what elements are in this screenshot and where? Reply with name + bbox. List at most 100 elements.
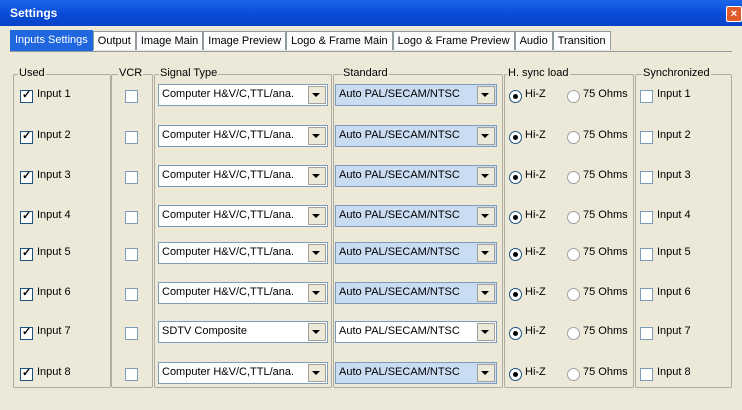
used-checkbox[interactable]: ✓	[20, 326, 33, 340]
used-checkbox[interactable]: ✓	[20, 287, 33, 301]
vcr-checkbox[interactable]	[125, 171, 138, 184]
chevron-down-icon[interactable]	[477, 364, 495, 382]
synchronized-checkbox[interactable]	[640, 90, 653, 103]
chevron-down-icon[interactable]	[477, 244, 495, 262]
chevron-down-icon[interactable]	[477, 86, 495, 104]
signal-type-select[interactable]: Computer H&V/C,TTL/ana.	[158, 165, 328, 187]
tab-image-preview[interactable]: Image Preview	[203, 31, 287, 50]
standard-select[interactable]: Auto PAL/SECAM/NTSC	[335, 125, 497, 147]
75-ohms-radio[interactable]	[567, 90, 580, 103]
synchronized-checkbox[interactable]	[640, 131, 653, 144]
chevron-down-icon[interactable]	[308, 284, 326, 302]
standard-select[interactable]: Auto PAL/SECAM/NTSC	[335, 84, 497, 106]
synchronized-label: Input 7	[657, 325, 691, 337]
chevron-down-icon[interactable]	[308, 167, 326, 185]
used-checkbox[interactable]: ✓	[20, 89, 33, 103]
tab-output[interactable]: Output	[92, 31, 136, 50]
hiz-radio[interactable]	[509, 211, 522, 224]
used-checkbox[interactable]: ✓	[20, 247, 33, 261]
synchronized-checkbox[interactable]	[640, 327, 653, 340]
chevron-down-icon[interactable]	[308, 323, 326, 341]
hiz-radio[interactable]	[509, 131, 522, 144]
75-ohms-radio[interactable]	[567, 248, 580, 261]
75-ohms-label: 75 Ohms	[583, 88, 628, 100]
standard-select[interactable]: Auto PAL/SECAM/NTSC	[335, 282, 497, 304]
standard-select[interactable]: Auto PAL/SECAM/NTSC	[335, 242, 497, 264]
chevron-down-icon[interactable]	[308, 127, 326, 145]
signal-type-select[interactable]: Computer H&V/C,TTL/ana.	[158, 84, 328, 106]
chevron-down-icon[interactable]	[477, 167, 495, 185]
chevron-down-icon[interactable]	[308, 244, 326, 262]
tab-logo-frame-main[interactable]: Logo & Frame Main	[286, 31, 393, 50]
signal-type-select[interactable]: Computer H&V/C,TTL/ana.	[158, 205, 328, 227]
standard-value: Auto PAL/SECAM/NTSC	[339, 286, 460, 298]
close-icon[interactable]: ×	[726, 6, 742, 22]
synchronized-group: Synchronized	[635, 67, 732, 388]
hiz-radio[interactable]	[509, 327, 522, 340]
chevron-down-icon[interactable]	[308, 207, 326, 225]
used-checkbox[interactable]: ✓	[20, 367, 33, 381]
75-ohms-radio[interactable]	[567, 288, 580, 301]
tab-logo-frame-preview[interactable]: Logo & Frame Preview	[392, 31, 515, 50]
signal-type-value: Computer H&V/C,TTL/ana.	[162, 88, 295, 100]
signal-type-select[interactable]: Computer H&V/C,TTL/ana.	[158, 242, 328, 264]
standard-value: Auto PAL/SECAM/NTSC	[339, 129, 460, 141]
hiz-radio[interactable]	[509, 90, 522, 103]
used-checkbox[interactable]: ✓	[20, 210, 33, 224]
signal-type-select[interactable]: Computer H&V/C,TTL/ana.	[158, 282, 328, 304]
hiz-radio[interactable]	[509, 368, 522, 381]
chevron-down-icon[interactable]	[308, 86, 326, 104]
synchronized-label: Input 2	[657, 129, 691, 141]
signal-type-value: Computer H&V/C,TTL/ana.	[162, 246, 295, 258]
standard-select[interactable]: Auto PAL/SECAM/NTSC	[335, 165, 497, 187]
hiz-label: Hi-Z	[525, 129, 546, 141]
used-checkbox[interactable]: ✓	[20, 130, 33, 144]
standard-select[interactable]: Auto PAL/SECAM/NTSC	[335, 205, 497, 227]
standard-value: Auto PAL/SECAM/NTSC	[339, 169, 460, 181]
used-checkbox[interactable]: ✓	[20, 170, 33, 184]
chevron-down-icon[interactable]	[477, 127, 495, 145]
used-label: Input 8	[37, 366, 71, 378]
tab-image-main[interactable]: Image Main	[135, 31, 204, 50]
tab-transition[interactable]: Transition	[552, 31, 611, 50]
vcr-checkbox[interactable]	[125, 368, 138, 381]
signal-type-value: SDTV Composite	[162, 325, 247, 337]
chevron-down-icon[interactable]	[477, 323, 495, 341]
vcr-checkbox[interactable]	[125, 211, 138, 224]
75-ohms-radio[interactable]	[567, 368, 580, 381]
standard-select[interactable]: Auto PAL/SECAM/NTSC	[335, 362, 497, 384]
vcr-checkbox[interactable]	[125, 288, 138, 301]
used-label: Input 6	[37, 286, 71, 298]
vcr-checkbox[interactable]	[125, 327, 138, 340]
hiz-label: Hi-Z	[525, 246, 546, 258]
signal-type-select[interactable]: Computer H&V/C,TTL/ana.	[158, 125, 328, 147]
hsync-group-label: H. sync load	[507, 67, 570, 79]
chevron-down-icon[interactable]	[308, 364, 326, 382]
75-ohms-radio[interactable]	[567, 171, 580, 184]
hsync-group: H. sync load	[504, 67, 634, 388]
synchronized-checkbox[interactable]	[640, 171, 653, 184]
synchronized-checkbox[interactable]	[640, 211, 653, 224]
hiz-radio[interactable]	[509, 288, 522, 301]
synchronized-checkbox[interactable]	[640, 288, 653, 301]
hiz-radio[interactable]	[509, 171, 522, 184]
signal-type-select[interactable]: Computer H&V/C,TTL/ana.	[158, 362, 328, 384]
tab-inputs-settings[interactable]: Inputs Settings	[10, 30, 93, 51]
75-ohms-label: 75 Ohms	[583, 366, 628, 378]
chevron-down-icon[interactable]	[477, 207, 495, 225]
75-ohms-radio[interactable]	[567, 327, 580, 340]
75-ohms-radio[interactable]	[567, 211, 580, 224]
standard-select[interactable]: Auto PAL/SECAM/NTSC	[335, 321, 497, 343]
vcr-checkbox[interactable]	[125, 248, 138, 261]
standard-value: Auto PAL/SECAM/NTSC	[339, 325, 460, 337]
synchronized-checkbox[interactable]	[640, 248, 653, 261]
vcr-checkbox[interactable]	[125, 90, 138, 103]
hiz-radio[interactable]	[509, 248, 522, 261]
signal-type-select[interactable]: SDTV Composite	[158, 321, 328, 343]
signal-type-value: Computer H&V/C,TTL/ana.	[162, 209, 295, 221]
chevron-down-icon[interactable]	[477, 284, 495, 302]
synchronized-checkbox[interactable]	[640, 368, 653, 381]
75-ohms-radio[interactable]	[567, 131, 580, 144]
vcr-checkbox[interactable]	[125, 131, 138, 144]
tab-audio[interactable]: Audio	[514, 31, 553, 50]
